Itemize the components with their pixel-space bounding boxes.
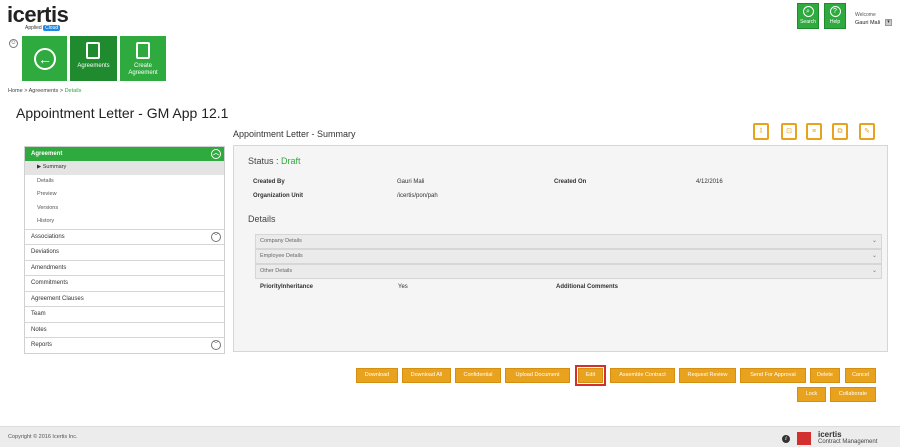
sidebar-header-label: Agreement <box>31 151 63 157</box>
summary-panel: Status : Draft Created By Gauri Mali Cre… <box>233 145 888 352</box>
chevron-down-icon[interactable]: ﹀ <box>211 340 221 351</box>
icertis-logo[interactable]: icertis Applied Cloud <box>7 2 69 31</box>
section-company-details[interactable]: Company Details ⌄ <box>255 234 882 249</box>
sidebar-item-commitments[interactable]: Commitments <box>25 275 224 291</box>
logo-subtitle: Applied Cloud <box>25 25 61 31</box>
breadcrumb: Home > Agreements > Details <box>8 88 81 94</box>
sidebar-header-agreement[interactable]: Agreement ︿ <box>25 147 224 161</box>
agreements-icon <box>86 42 100 59</box>
footer: Copyright © 2016 Icertis Inc. i icertis … <box>0 426 900 447</box>
back-tile[interactable]: ← <box>22 36 67 81</box>
lock-doc-icon[interactable]: ⊡ <box>781 123 797 140</box>
section-label: Employee Details <box>260 253 303 259</box>
section-other-details[interactable]: Other Details ⌄ <box>255 264 882 279</box>
cancel-button[interactable]: Cancel <box>845 368 876 383</box>
section-label: Company Details <box>260 238 302 244</box>
sidebar-subitem-details[interactable]: Details <box>25 175 224 189</box>
agreements-tile[interactable]: Agreements <box>70 36 117 81</box>
create-agreement-tile[interactable]: Create Agreement <box>120 36 166 81</box>
sidebar-item-agreement-clauses[interactable]: Agreement Clauses <box>25 290 224 307</box>
logo-sub-cloud: Cloud <box>43 25 61 31</box>
sidebar-item-label: Associations <box>31 233 65 240</box>
user-name[interactable]: Gauri Mali <box>855 20 880 26</box>
copyright-text: Copyright © 2016 Icertis Inc. <box>8 434 78 440</box>
status-badge: Draft <box>281 156 301 166</box>
upload-document-button[interactable]: Upload Document <box>505 368 570 383</box>
confidential-button[interactable]: Confidential <box>455 368 501 383</box>
status-line: Status : Draft <box>248 156 301 166</box>
sidebar-subitem-summary[interactable]: ▶ Summary <box>25 161 224 175</box>
search-button[interactable]: ⌕ Search <box>797 3 819 29</box>
breadcrumb-details: Details <box>64 88 82 94</box>
sidebar-item-associations[interactable]: Associations ﹀ <box>25 228 224 245</box>
edit-button[interactable]: Edit <box>575 365 606 386</box>
sidebar-item-amendments[interactable]: Amendments <box>25 259 224 276</box>
chevron-up-icon[interactable]: ︿ <box>211 149 221 159</box>
section-label: Other Details <box>260 268 293 274</box>
sidebar-subitem-label: Summary <box>42 164 67 170</box>
download-all-button[interactable]: Download All <box>402 368 451 383</box>
priority-value: Yes <box>398 284 408 290</box>
search-label: Search <box>800 19 816 25</box>
welcome-text: Welcome <box>855 12 876 18</box>
sidebar-subitem-versions[interactable]: Versions <box>25 202 224 216</box>
search-icon: ⌕ <box>802 6 814 17</box>
download-button[interactable]: Download <box>356 368 398 383</box>
summary-heading: Appointment Letter - Summary <box>233 129 356 139</box>
help-button[interactable]: ? Help <box>824 3 846 29</box>
footer-brand-sub: Contract Management <box>818 439 878 445</box>
user-profile-icon[interactable]: ☺ <box>9 39 18 48</box>
sidebar-subitem-history[interactable]: History <box>25 215 224 229</box>
collaborate-button[interactable]: Collaborate <box>830 387 876 402</box>
created-on-value: 4/12/2016 <box>696 179 723 185</box>
org-unit-value: /icertis/pon/pah <box>397 193 438 199</box>
back-arrow-icon: ← <box>34 48 56 70</box>
clipboard-icon[interactable]: ≡ <box>806 123 822 140</box>
chevron-down-icon[interactable]: ﹀ <box>211 231 221 242</box>
created-by-value: Gauri Mali <box>397 179 425 185</box>
create-tile-label-1: Create <box>133 63 152 69</box>
icertis-footer-logo-icon <box>797 432 811 445</box>
priority-label: PriorityInheritance <box>260 284 314 290</box>
sidebar-item-label: Reports <box>31 342 53 349</box>
org-unit-label: Organization Unit <box>253 193 303 199</box>
chevron-down-icon: ⌄ <box>871 253 877 259</box>
created-on-label: Created On <box>554 179 587 185</box>
sidebar-item-team[interactable]: Team <box>25 306 224 322</box>
comments-label: Additional Comments <box>556 284 619 290</box>
edit-doc-icon[interactable]: ✎ <box>859 123 875 140</box>
status-label: Status : <box>248 156 279 166</box>
sidebar-item-deviations[interactable]: Deviations <box>25 244 224 260</box>
page-title: Appointment Letter - GM App 12.1 <box>16 105 229 121</box>
chevron-down-icon: ⌄ <box>871 238 877 244</box>
info-icon[interactable]: i <box>782 435 790 443</box>
create-tile-label-2: Agreement <box>128 70 158 76</box>
sidebar-item-notes[interactable]: Notes <box>25 321 224 338</box>
footer-brand: icertis <box>818 430 842 439</box>
lock-button[interactable]: Lock <box>797 387 826 402</box>
logo-sub-applied: Applied <box>25 25 42 31</box>
logo-text: icertis <box>7 2 69 27</box>
sidebar-subitem-preview[interactable]: Preview <box>25 188 224 202</box>
chevron-down-icon: ⌄ <box>871 268 877 274</box>
section-employee-details[interactable]: Employee Details ⌄ <box>255 249 882 264</box>
assemble-contract-button[interactable]: Assemble Contract <box>610 368 675 383</box>
create-agreement-icon <box>136 42 150 59</box>
sidebar-item-reports[interactable]: Reports ﹀ <box>25 337 224 353</box>
delete-button[interactable]: Delete <box>810 368 840 383</box>
details-heading: Details <box>248 214 276 224</box>
send-for-approval-button[interactable]: Send For Approval <box>740 368 806 383</box>
help-icon: ? <box>829 6 841 17</box>
agreements-tile-label: Agreements <box>77 63 110 69</box>
request-review-button[interactable]: Request Review <box>679 368 736 383</box>
sidebar: Agreement ︿ ▶ Summary Details Preview Ve… <box>24 146 225 354</box>
breadcrumb-home[interactable]: Home <box>8 88 23 94</box>
copy-doc-icon[interactable]: ⧉ <box>832 123 848 140</box>
user-dropdown-icon[interactable]: ▾ <box>885 19 892 26</box>
breadcrumb-agreements[interactable]: Agreements <box>29 88 59 94</box>
help-label: Help <box>829 19 841 25</box>
created-by-label: Created By <box>253 179 285 185</box>
download-doc-icon[interactable]: ⇩ <box>753 123 769 140</box>
